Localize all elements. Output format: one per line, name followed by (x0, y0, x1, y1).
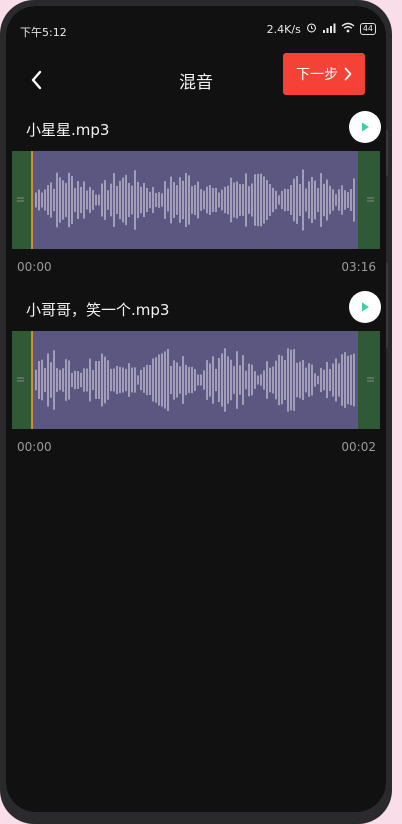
track-name: 小哥哥，笑一个.mp3 (26, 301, 170, 319)
battery-indicator: 44 (359, 23, 376, 35)
alarm-icon (306, 22, 317, 36)
screen: 下午5:12 2.4K/s 44 混音 下一步 小星星.mp3 00:00 03… (6, 6, 386, 812)
right-trim-handle[interactable] (358, 151, 380, 249)
status-time: 下午5:12 (20, 26, 67, 39)
end-time: 03:16 (341, 260, 376, 274)
next-step-label: 下一步 (296, 67, 338, 83)
left-trim-handle[interactable] (12, 151, 32, 249)
play-icon (362, 122, 369, 132)
play-icon (362, 302, 369, 312)
chevron-right-icon (344, 67, 352, 81)
status-bar: 下午5:12 2.4K/s 44 (6, 20, 386, 40)
phone-frame: 下午5:12 2.4K/s 44 混音 下一步 小星星.mp3 00:00 03… (0, 0, 392, 824)
waveform-editor[interactable] (12, 331, 380, 429)
left-trim-handle[interactable] (12, 331, 32, 429)
waveform-editor[interactable] (12, 151, 380, 249)
start-time: 00:00 (17, 260, 52, 274)
start-time: 00:00 (17, 440, 52, 454)
network-speed: 2.4K/s (266, 22, 301, 36)
play-button[interactable] (349, 111, 381, 143)
wifi-icon (341, 22, 355, 36)
status-right: 2.4K/s 44 (267, 22, 376, 36)
next-step-button[interactable]: 下一步 (283, 53, 365, 95)
waveform (12, 331, 380, 429)
track-name: 小星星.mp3 (26, 121, 110, 139)
signal-icon (322, 23, 336, 36)
waveform (12, 151, 380, 249)
right-trim-handle[interactable] (358, 331, 380, 429)
play-button[interactable] (349, 291, 381, 323)
end-time: 00:02 (341, 440, 376, 454)
